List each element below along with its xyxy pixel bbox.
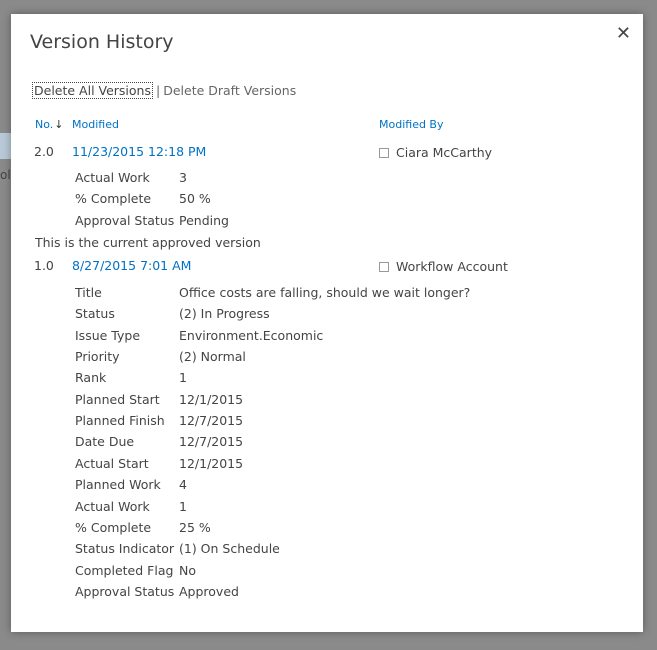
version-number: 1.0 (34, 258, 54, 273)
column-header-modified-by[interactable]: Modified By (379, 118, 444, 131)
version-property-row: Planned Finish 12/7/2015 (75, 413, 243, 428)
property-value: (2) Normal (179, 349, 246, 364)
version-property-row: Issue Type Environment.Economic (75, 328, 323, 343)
property-name: Planned Finish (75, 413, 165, 428)
column-header-modified[interactable]: Modified (72, 118, 119, 131)
user-name[interactable]: Ciara McCarthy (396, 145, 492, 160)
property-name: Issue Type (75, 328, 141, 343)
property-name: % Complete (75, 520, 152, 535)
property-name: Actual Work (75, 170, 150, 185)
property-value: 12/1/2015 (179, 392, 244, 407)
sort-down-icon: ↓ (54, 118, 64, 131)
property-value: 12/7/2015 (179, 434, 244, 449)
dialog-title: Version History (30, 31, 174, 53)
presence-checkbox-icon (379, 261, 389, 272)
property-value: 1 (179, 499, 187, 514)
column-header-no-label: No. (35, 118, 54, 131)
property-value: (2) In Progress (179, 306, 270, 321)
property-value: Approved (179, 584, 239, 599)
version-property-row: Status Indicator (1) On Schedule (75, 541, 280, 556)
version-property-row: Title Office costs are falling, should we… (75, 285, 470, 300)
property-value: Pending (179, 213, 229, 228)
property-value: 4 (179, 477, 187, 492)
presence-checkbox-icon (379, 147, 389, 158)
property-name: Actual Start (75, 456, 149, 471)
property-name: Title (75, 285, 102, 300)
property-name: Date Due (75, 434, 135, 449)
current-version-note: This is the current approved version (35, 235, 261, 250)
version-modified-link[interactable]: 8/27/2015 7:01 AM (72, 258, 191, 273)
delete-all-versions-link[interactable]: Delete All Versions (32, 82, 153, 99)
version-history-dialog: ✕ Version History Delete All Versions | De… (11, 14, 643, 632)
property-name: Approval Status (75, 584, 175, 599)
version-property-row: Actual Work 3 (75, 170, 187, 185)
close-icon[interactable]: ✕ (616, 24, 631, 44)
property-value: No (179, 563, 196, 578)
version-actions: Delete All Versions | Delete Draft Version… (32, 82, 296, 99)
property-name: Priority (75, 349, 120, 364)
property-name: Rank (75, 370, 107, 385)
property-value: 1 (179, 370, 187, 385)
version-property-row: Actual Work 1 (75, 499, 187, 514)
property-value: (1) On Schedule (179, 541, 280, 556)
link-separator: | (156, 83, 161, 98)
version-property-row: Date Due 12/7/2015 (75, 434, 243, 449)
version-property-row: % Complete 25 % (75, 520, 211, 535)
property-value: 25 % (179, 520, 211, 535)
property-value: Environment.Economic (179, 328, 324, 343)
version-number: 2.0 (34, 144, 54, 159)
property-value: 12/1/2015 (179, 456, 244, 471)
version-modified-by: Ciara McCarthy (379, 145, 492, 160)
property-value: 50 % (179, 191, 211, 206)
version-modified-link[interactable]: 11/23/2015 12:18 PM (72, 144, 206, 159)
version-property-row: Rank 1 (75, 370, 187, 385)
property-name: Status Indicator (75, 541, 175, 556)
user-name[interactable]: Workflow Account (396, 259, 508, 274)
version-property-row: Completed Flag No (75, 563, 196, 578)
property-value: 3 (179, 170, 187, 185)
version-modified-by: Workflow Account (379, 259, 508, 274)
property-value: Office costs are falling, should we wait… (179, 285, 471, 300)
delete-draft-versions-link[interactable]: Delete Draft Versions (163, 83, 296, 98)
version-property-row: Planned Work 4 (75, 477, 187, 492)
property-name: Actual Work (75, 499, 150, 514)
property-value: 12/7/2015 (179, 413, 244, 428)
property-name: Approval Status (75, 213, 175, 228)
property-name: Status (75, 306, 115, 321)
version-property-row: % Complete 50 % (75, 191, 211, 206)
version-property-row: Priority (2) Normal (75, 349, 246, 364)
version-property-row: Status (2) In Progress (75, 306, 270, 321)
property-name: Completed Flag (75, 563, 174, 578)
property-name: Planned Start (75, 392, 160, 407)
version-property-row: Approval Status Pending (75, 213, 229, 228)
version-property-row: Planned Start 12/1/2015 (75, 392, 243, 407)
column-header-no[interactable]: No.↓ (35, 118, 63, 131)
version-property-row: Approval Status Approved (75, 584, 239, 599)
property-name: Planned Work (75, 477, 161, 492)
property-name: % Complete (75, 191, 152, 206)
version-property-row: Actual Start 12/1/2015 (75, 456, 243, 471)
